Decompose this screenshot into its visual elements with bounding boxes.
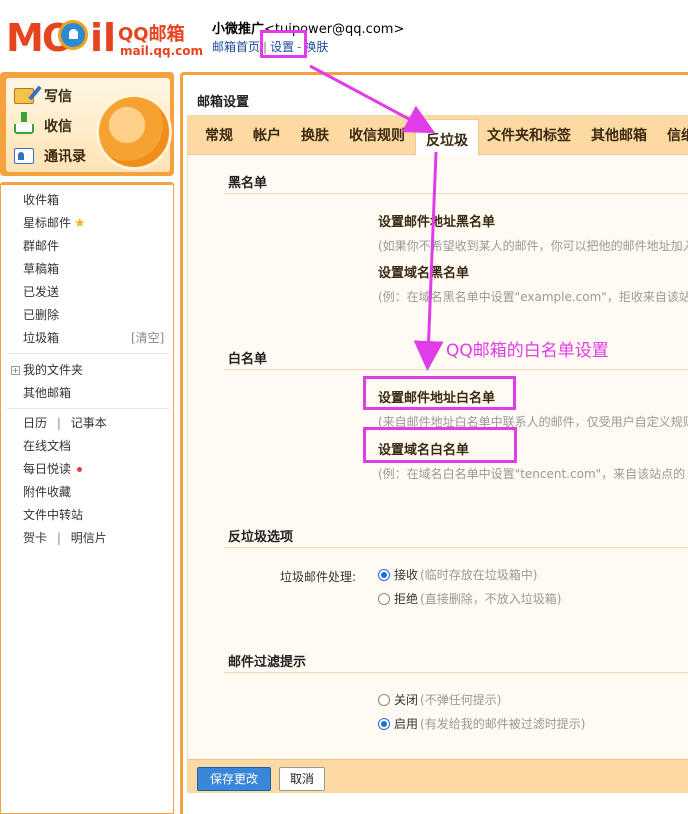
logo-brand-url: mail.qq.com bbox=[120, 44, 203, 58]
separator: | bbox=[56, 531, 61, 545]
sidebar-item-transfer[interactable]: 文件中转站 bbox=[23, 506, 83, 524]
highlight-settings-link bbox=[260, 30, 307, 58]
antispam-options-heading: 反垃圾选项 bbox=[228, 530, 294, 545]
spam-handling-label: 垃圾邮件处理: bbox=[280, 570, 357, 584]
spam-accept-hint: (临时存放在垃圾箱中) bbox=[420, 568, 538, 582]
blacklist-heading: 黑名单 bbox=[228, 176, 268, 191]
address-book-icon bbox=[14, 148, 34, 164]
tab-rules[interactable]: 收信规则 bbox=[349, 125, 405, 145]
filter-on-label: 启用 bbox=[394, 717, 419, 731]
qq-mail-logo[interactable]: MO il QQ邮箱 mail.qq.com bbox=[6, 14, 203, 64]
save-button[interactable]: 保存更改 bbox=[197, 767, 272, 791]
filter-off-label: 关闭 bbox=[394, 693, 419, 707]
sidebar-item-inbox[interactable]: 收件箱 bbox=[23, 191, 59, 209]
sidebar-item-deleted[interactable]: 已删除 bbox=[23, 306, 59, 324]
sidebar-item-drafts[interactable]: 草稿箱 bbox=[23, 260, 59, 278]
star-icon: ★ bbox=[74, 216, 86, 231]
filter-off-radio[interactable]: 关闭 (不弹任何提示) bbox=[378, 691, 501, 708]
spam-reject-hint: (直接删除，不放入垃圾箱) bbox=[420, 592, 562, 606]
radio-checked-icon bbox=[378, 717, 390, 730]
separator: | bbox=[56, 416, 61, 430]
divider bbox=[7, 408, 169, 409]
domain-blacklist-desc: (例：在域名黑名单中设置"example.com"，拒收来自该站 bbox=[378, 290, 688, 304]
annotation-text: QQ邮箱的白名单设置 bbox=[446, 341, 609, 361]
sidebar-item-cards: 贺卡 | 明信片 bbox=[23, 529, 107, 547]
user-name: 小微推广 bbox=[212, 22, 265, 37]
highlight-domain-whitelist bbox=[363, 427, 517, 463]
link-skin[interactable]: 换肤 bbox=[304, 40, 328, 54]
sidebar-item-starred[interactable]: 星标邮件 ★ bbox=[23, 214, 86, 232]
domain-whitelist-desc: (例：在域名白名单中设置"tencent.com"，来自该站点的 bbox=[378, 467, 686, 481]
greeting-card-link[interactable]: 贺卡 bbox=[23, 531, 47, 545]
tab-stationery[interactable]: 信纸 bbox=[667, 125, 688, 145]
logo-bell-icon bbox=[58, 20, 88, 50]
tab-account[interactable]: 帐户 bbox=[253, 125, 281, 145]
settings-tabs: 常规 帐户 换肤 收信规则 反垃圾 文件夹和标签 其他邮箱 信纸 bbox=[187, 115, 688, 156]
write-icon bbox=[14, 88, 34, 104]
divider bbox=[224, 547, 688, 548]
divider bbox=[224, 369, 688, 370]
divider bbox=[224, 193, 688, 194]
tab-general[interactable]: 常规 bbox=[205, 125, 233, 145]
unread-dot-icon bbox=[77, 467, 83, 472]
quick-actions-panel: 写信 收信 通讯录 bbox=[0, 72, 174, 176]
spam-accept-radio[interactable]: 接收 (临时存放在垃圾箱中) bbox=[378, 566, 537, 583]
calendar-link[interactable]: 日历 bbox=[23, 416, 47, 430]
tab-antispam[interactable]: 反垃圾 bbox=[415, 119, 479, 156]
logo-il: il bbox=[90, 16, 117, 60]
page-title: 邮箱设置 bbox=[197, 95, 250, 110]
contacts-label: 通讯录 bbox=[44, 149, 86, 165]
address-blacklist-desc: (如果你不希望收到某人的邮件，你可以把他的邮件地址加入 bbox=[378, 239, 688, 253]
sidebar-item-online-docs[interactable]: 在线文档 bbox=[23, 437, 71, 455]
cancel-button[interactable]: 取消 bbox=[279, 767, 326, 791]
sidebar-item-daily-read[interactable]: 每日悦读 bbox=[23, 460, 83, 478]
tab-skin[interactable]: 换肤 bbox=[301, 125, 329, 145]
spam-reject-radio[interactable]: 拒绝 (直接删除，不放入垃圾箱) bbox=[378, 590, 561, 607]
filter-on-hint: (有发给我的邮件被过滤时提示) bbox=[420, 717, 586, 731]
expand-icon[interactable]: + bbox=[11, 366, 20, 375]
contacts-button[interactable]: 通讯录 bbox=[14, 143, 86, 169]
divider bbox=[7, 353, 169, 354]
spam-accept-label: 接收 bbox=[394, 568, 419, 582]
tab-folders-labels[interactable]: 文件夹和标签 bbox=[487, 125, 571, 145]
daily-read-label: 每日悦读 bbox=[23, 462, 72, 476]
radio-unchecked-icon bbox=[378, 592, 390, 605]
set-domain-blacklist-link[interactable]: 设置域名黑名单 bbox=[378, 262, 469, 281]
sidebar-item-sent[interactable]: 已发送 bbox=[23, 283, 59, 301]
radio-unchecked-icon bbox=[378, 693, 390, 706]
sidebar-item-attachments[interactable]: 附件收藏 bbox=[23, 483, 71, 501]
sidebar-item-other-mail[interactable]: 其他邮箱 bbox=[23, 384, 71, 402]
tab-other-mail[interactable]: 其他邮箱 bbox=[591, 125, 647, 145]
logo-brand-cn: QQ邮箱 bbox=[118, 24, 185, 45]
inbox-download-icon bbox=[14, 112, 34, 134]
receive-label: 收信 bbox=[44, 119, 72, 135]
radio-checked-icon bbox=[378, 568, 390, 581]
receive-button[interactable]: 收信 bbox=[14, 112, 72, 139]
clear-junk-link[interactable]: [清空] bbox=[131, 329, 164, 347]
highlight-address-whitelist bbox=[363, 376, 516, 410]
starred-label: 星标邮件 bbox=[23, 216, 72, 230]
set-address-blacklist-link[interactable]: 设置邮件地址黑名单 bbox=[378, 211, 495, 230]
sidebar-item-my-folders[interactable]: 我的文件夹 bbox=[23, 361, 83, 379]
filter-notice-heading: 邮件过滤提示 bbox=[228, 655, 307, 670]
notebook-link[interactable]: 记事本 bbox=[71, 416, 107, 430]
footer-bar: 保存更改 取消 bbox=[187, 759, 688, 793]
postcard-link[interactable]: 明信片 bbox=[71, 531, 107, 545]
compose-label: 写信 bbox=[44, 89, 72, 105]
link-mail-home[interactable]: 邮箱首页 bbox=[212, 40, 260, 54]
compose-button[interactable]: 写信 bbox=[14, 83, 72, 109]
whitelist-heading: 白名单 bbox=[228, 352, 268, 367]
sidebar: 收件箱 星标邮件 ★ 群邮件 草稿箱 已发送 已删除 垃圾箱 [清空] + 我的文… bbox=[0, 182, 174, 814]
sidebar-item-group[interactable]: 群邮件 bbox=[23, 237, 59, 255]
orange-decoration bbox=[96, 94, 172, 170]
divider bbox=[224, 672, 688, 673]
filter-off-hint: (不弹任何提示) bbox=[420, 693, 502, 707]
sidebar-item-calendar-notebook: 日历 | 记事本 bbox=[23, 414, 107, 432]
filter-on-radio[interactable]: 启用 (有发给我的邮件被过滤时提示) bbox=[378, 715, 585, 732]
sidebar-item-junk[interactable]: 垃圾箱 bbox=[23, 329, 59, 347]
spam-reject-label: 拒绝 bbox=[394, 592, 419, 606]
user-info: 小微推广<tuipower@qq.com> bbox=[212, 18, 404, 37]
